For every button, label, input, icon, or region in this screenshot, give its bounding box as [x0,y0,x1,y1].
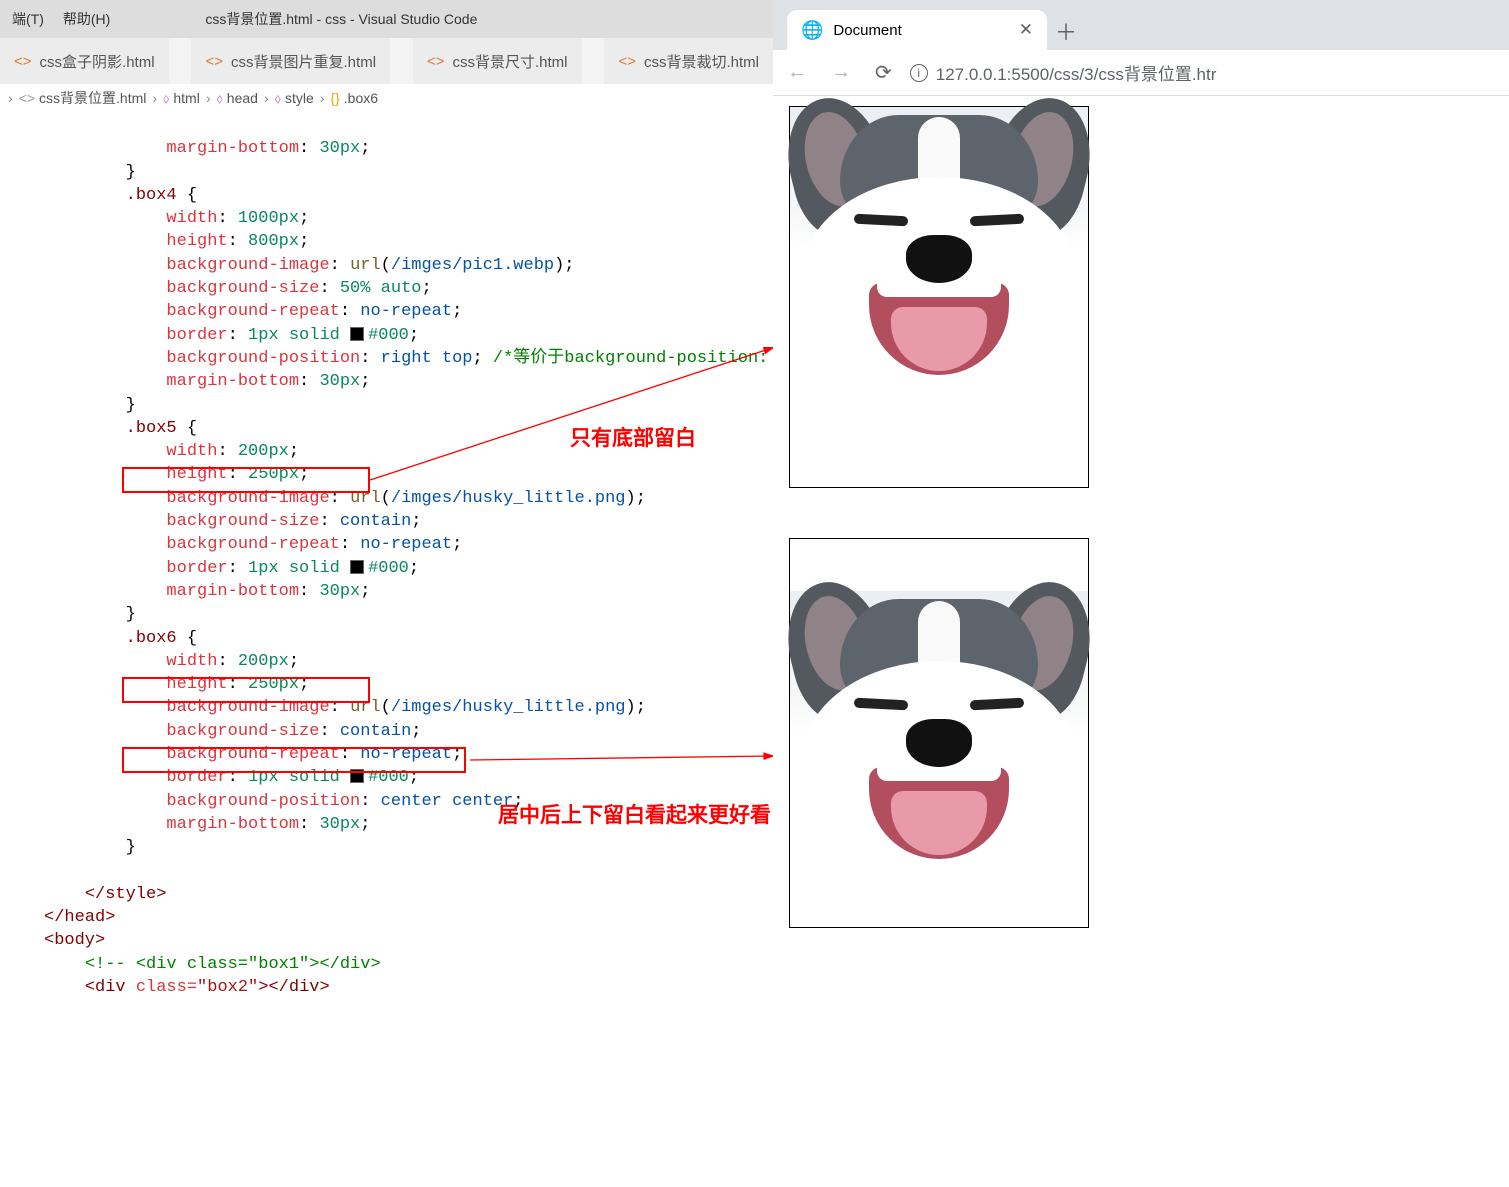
demo-box5 [789,106,1089,488]
menu-terminal[interactable]: 端(T) [5,5,51,33]
html-file-icon: <> [14,53,32,70]
code-symbol-icon: ⬨ [216,90,222,107]
menu-help[interactable]: 帮助(H) [56,5,117,33]
browser-window: 🌐 Document ✕ ＋ ← → ⟳ i 127.0.0.1:5500/cs… [773,0,1509,1187]
chevron-right-icon: › [6,90,15,106]
html-file-icon: <> [205,53,223,70]
editor-tabs: <>css盒子阴影.html <>css背景图片重复.html <>css背景尺… [0,38,773,84]
menu-bar: 端(T) 帮助(H) [0,5,117,33]
editor-tab[interactable]: <>css背景尺寸.html [413,38,582,84]
browser-tab-title: Document [833,22,901,39]
color-swatch-icon [350,769,364,783]
html-file-icon: <> [618,53,636,70]
annotation-text: 居中后上下留白看起来更好看 [498,799,771,829]
editor-tab[interactable]: <>css背景裁切.html [604,38,773,84]
chevron-right-icon: › [150,90,159,106]
husky-image [790,107,1088,393]
brace-icon: {} [330,90,339,106]
url-text: 127.0.0.1:5500/css/3/css背景位置.htr [936,60,1217,85]
demo-box6 [789,538,1089,928]
close-icon[interactable]: ✕ [1019,20,1033,40]
window-title: css背景位置.html - css - Visual Studio Code [205,9,477,29]
breadcrumb-item[interactable]: html [173,90,199,106]
annotation-text: 只有底部留白 [570,422,696,452]
chevron-right-icon: › [204,90,213,106]
husky-image [790,591,1088,877]
plus-icon: ＋ [1055,15,1077,47]
breadcrumb-item[interactable]: style [285,90,314,106]
breadcrumb-item[interactable]: css背景位置.html [39,88,146,108]
editor-tab[interactable]: <>css背景图片重复.html [191,38,390,84]
browser-viewport [773,96,1509,1187]
breadcrumb: › <> css背景位置.html › ⬨ html › ⬨ head › ⬨ … [0,84,773,112]
reload-button[interactable]: ⟳ [869,54,898,91]
new-tab-button[interactable]: ＋ [1047,12,1085,50]
address-bar[interactable]: i 127.0.0.1:5500/css/3/css背景位置.htr [910,60,1217,85]
forward-button[interactable]: → [825,55,857,90]
browser-tab-bar: 🌐 Document ✕ ＋ [773,0,1509,50]
browser-toolbar: ← → ⟳ i 127.0.0.1:5500/css/3/css背景位置.htr [773,50,1509,96]
code-editor[interactable]: margin-bottom: 30px; } .box4 { width: 10… [0,112,773,1023]
vscode-titlebar: 端(T) 帮助(H) css背景位置.html - css - Visual S… [0,0,773,38]
breadcrumb-item[interactable]: .box6 [344,90,378,106]
chevron-right-icon: › [318,90,327,106]
code-symbol-icon: ⬨ [163,90,169,107]
chevron-right-icon: › [262,90,271,106]
site-info-icon[interactable]: i [910,64,928,82]
browser-tab[interactable]: 🌐 Document ✕ [787,10,1047,50]
vscode-window: 端(T) 帮助(H) css背景位置.html - css - Visual S… [0,0,773,1187]
html-file-icon: <> [427,53,445,70]
back-button[interactable]: ← [781,55,813,90]
editor-tab[interactable]: <>css盒子阴影.html [0,38,169,84]
code-symbol-icon: ⬨ [275,90,281,107]
globe-icon: 🌐 [801,20,823,41]
breadcrumb-item[interactable]: head [227,90,258,106]
color-swatch-icon [350,327,364,341]
html-file-icon: <> [19,90,35,106]
color-swatch-icon [350,560,364,574]
